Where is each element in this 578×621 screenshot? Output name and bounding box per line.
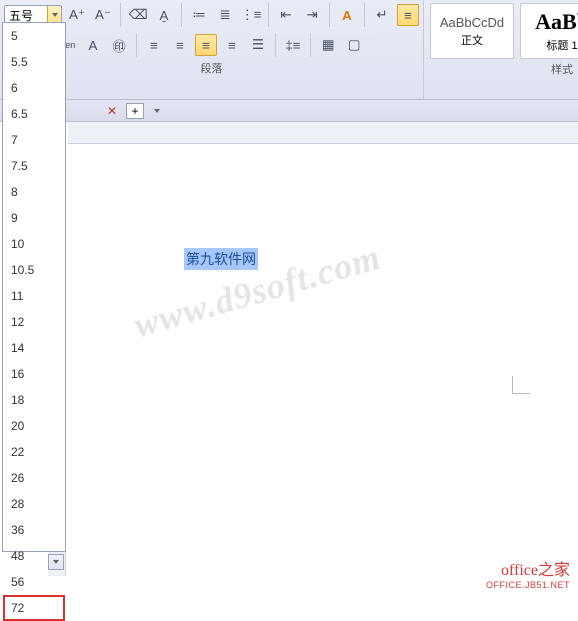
font-size-option[interactable]: 6 [3,75,65,101]
footer-brand-sub: OFFICE.JB51.NET [486,580,570,590]
text-effects-button[interactable]: A [336,4,358,26]
font-button[interactable]: A [82,34,104,56]
horizontal-ruler[interactable] [68,122,578,144]
ribbon: A⁺ A⁻ ⌫ A͍ ≔ ≣ ⋮≡ ⇤ ⇥ A ↵ ≡ X² X₂ [0,0,578,100]
font-size-option[interactable]: 26 [3,465,65,491]
ribbon-groups: A⁺ A⁻ ⌫ A͍ ≔ ≣ ⋮≡ ⇤ ⇥ A ↵ ≡ X² X₂ [0,0,578,99]
styles-gallery[interactable]: AaBbCcDd正文AaBb标题 1Aa [424,0,578,62]
line-spacing-button[interactable]: ‡≡ [282,34,304,56]
character-scaling-button[interactable]: A͍ [153,4,175,26]
align-center-button[interactable]: ≡ [169,34,191,56]
borders-button[interactable]: ▢ [343,34,365,56]
styles-group: AaBbCcDd正文AaBb标题 1Aa 样式 [423,0,578,99]
clear-format-button[interactable]: ⌫ [127,4,149,26]
font-size-option[interactable]: 7 [3,127,65,153]
document-page[interactable] [68,144,578,576]
shading-button[interactable]: ▦ [317,34,339,56]
font-size-option[interactable]: 9 [3,205,65,231]
increase-indent-button[interactable]: ⇥ [301,4,323,26]
font-size-option[interactable]: 28 [3,491,65,517]
multilevel-list-button[interactable]: ⋮≡ [240,4,262,26]
bullets-button[interactable]: ≔ [188,4,210,26]
font-size-option[interactable]: 18 [3,387,65,413]
font-size-option[interactable]: 12 [3,309,65,335]
pagination-button[interactable]: ≡ [397,4,419,26]
font-size-option[interactable]: 6.5 [3,101,65,127]
new-tab-button[interactable]: + [126,103,144,119]
font-size-dropdown-list[interactable]: 55.566.577.5891010.511121416182022262836… [2,22,66,552]
align-distributed-button[interactable]: ☰ [247,34,269,56]
font-size-option[interactable]: 7.5 [3,153,65,179]
font-size-option[interactable]: 56 [3,569,65,595]
font-size-option[interactable]: 8 [3,179,65,205]
chevron-down-icon [52,13,58,17]
close-tab-button[interactable]: ✕ [104,103,120,119]
align-right-button[interactable]: ≡ [195,34,217,56]
selected-text[interactable]: 第九软件网 [184,248,258,270]
tab-bar: ✕ + [0,100,578,122]
style-item[interactable]: AaBb 标题 1 [520,3,578,59]
style-sample: AaBbCcDd [440,15,504,30]
style-item[interactable]: AaBbCcDd 正文 [430,3,514,59]
footer-brand: office之家 OFFICE.JB51.NET [486,556,570,590]
font-size-option[interactable]: 20 [3,413,65,439]
styles-group-label: 样式 [424,62,578,80]
font-size-option[interactable]: 10 [3,231,65,257]
font-size-option[interactable]: 5.5 [3,49,65,75]
font-size-option[interactable]: 16 [3,361,65,387]
grow-font-button[interactable]: A⁺ [66,4,88,26]
font-size-option[interactable]: 14 [3,335,65,361]
footer-brand-main: office之家 [486,556,570,580]
font-size-option[interactable]: 36 [3,517,65,543]
chevron-down-icon [154,109,160,113]
font-size-option[interactable]: 48 [3,543,65,569]
enclose-char-button[interactable]: ㊞ [108,34,130,56]
font-size-option[interactable]: 22 [3,439,65,465]
font-size-option[interactable]: 72 [3,595,65,621]
style-label: 正文 [461,32,483,48]
margin-corner-mark [512,376,530,394]
align-justify-button[interactable]: ≡ [221,34,243,56]
shrink-font-button[interactable]: A⁻ [92,4,114,26]
font-size-option[interactable]: 5 [3,23,65,49]
font-size-option[interactable]: 11 [3,283,65,309]
decrease-indent-button[interactable]: ⇤ [275,4,297,26]
style-label: 标题 1 [546,37,577,53]
font-size-option[interactable]: 10.5 [3,257,65,283]
style-sample: AaBb [535,9,578,35]
align-left-button[interactable]: ≡ [143,34,165,56]
tab-menu-button[interactable] [150,103,164,119]
show-marks-button[interactable]: ↵ [371,4,393,26]
numbering-button[interactable]: ≣ [214,4,236,26]
